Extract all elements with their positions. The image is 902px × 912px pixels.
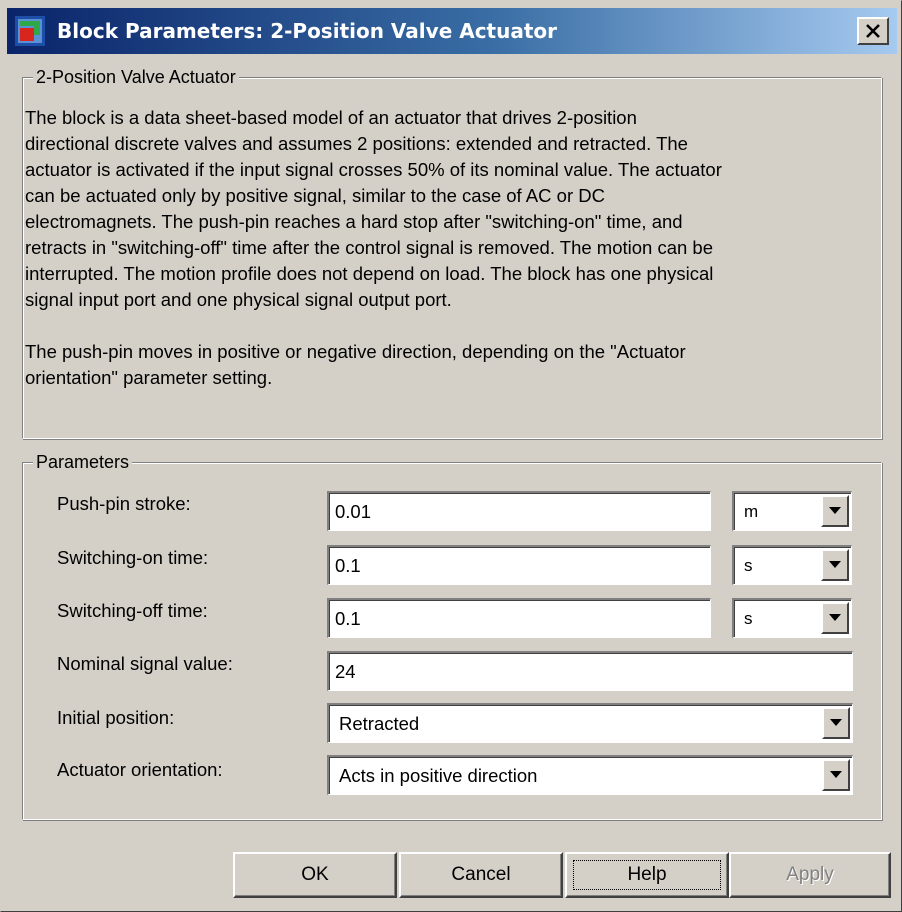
apply-button[interactable]: Apply [729, 852, 891, 898]
switch-on-unit-select[interactable]: s [732, 545, 852, 585]
nominal-input[interactable]: 24 [327, 651, 853, 691]
orientation-value: Acts in positive direction [339, 765, 538, 786]
switch-off-input[interactable]: 0.1 [327, 598, 711, 638]
chevron-down-icon[interactable] [821, 602, 849, 634]
nominal-label: Nominal signal value: [57, 653, 233, 674]
stroke-unit-select[interactable]: m [732, 491, 852, 531]
description-line: electromagnets. The push-pin reaches a h… [25, 211, 683, 232]
initial-position-value: Retracted [339, 713, 420, 734]
description-line: interrupted. The motion profile does not… [25, 263, 714, 284]
chevron-down-icon[interactable] [821, 495, 849, 527]
title-bar[interactable]: Block Parameters: 2-Position Valve Actua… [7, 8, 897, 54]
switch-off-label: Switching-off time: [57, 600, 208, 621]
description-line [25, 313, 845, 339]
switch-on-label: Switching-on time: [57, 547, 209, 568]
description-group-title: 2-Position Valve Actuator [33, 66, 239, 88]
description-line: actuator is activated if the input signa… [25, 159, 722, 180]
block-description: The block is a data sheet-based model of… [25, 105, 845, 391]
chevron-down-icon[interactable] [822, 759, 850, 791]
description-line: orientation" parameter setting. [25, 367, 273, 388]
switch-off-unit-select[interactable]: s [732, 598, 852, 638]
description-line: retracts in "switching-off" time after t… [25, 237, 714, 258]
dialog-window: Block Parameters: 2-Position Valve Actua… [0, 0, 902, 912]
initial-position-label: Initial position: [57, 707, 175, 728]
close-x-icon [866, 24, 880, 38]
stroke-unit-value: m [744, 502, 759, 521]
focus-rectangle [573, 860, 721, 890]
switch-on-unit-value: s [744, 556, 753, 575]
description-line: The push-pin moves in positive or negati… [25, 341, 686, 362]
window-title: Block Parameters: 2-Position Valve Actua… [57, 19, 558, 43]
stroke-label: Push-pin stroke: [57, 493, 191, 514]
description-line: directional discrete valves and assumes … [25, 133, 688, 154]
orientation-select[interactable]: Acts in positive direction [327, 755, 853, 795]
initial-position-select[interactable]: Retracted [327, 703, 853, 743]
stroke-input[interactable]: 0.01 [327, 491, 711, 531]
parameters-group-title: Parameters [33, 451, 133, 473]
help-button[interactable]: Help [565, 852, 729, 898]
simulink-block-icon [15, 16, 45, 46]
orientation-label: Actuator orientation: [57, 759, 223, 780]
close-button[interactable] [857, 17, 889, 45]
switch-on-input[interactable]: 0.1 [327, 545, 711, 585]
description-line: can be actuated only by positive signal,… [25, 185, 605, 206]
description-line: signal input port and one physical signa… [25, 289, 452, 310]
cancel-button[interactable]: Cancel [399, 852, 563, 898]
ok-button[interactable]: OK [233, 852, 397, 898]
switch-off-unit-value: s [744, 609, 753, 628]
description-line: The block is a data sheet-based model of… [25, 107, 637, 128]
chevron-down-icon[interactable] [821, 549, 849, 581]
chevron-down-icon[interactable] [822, 707, 850, 739]
